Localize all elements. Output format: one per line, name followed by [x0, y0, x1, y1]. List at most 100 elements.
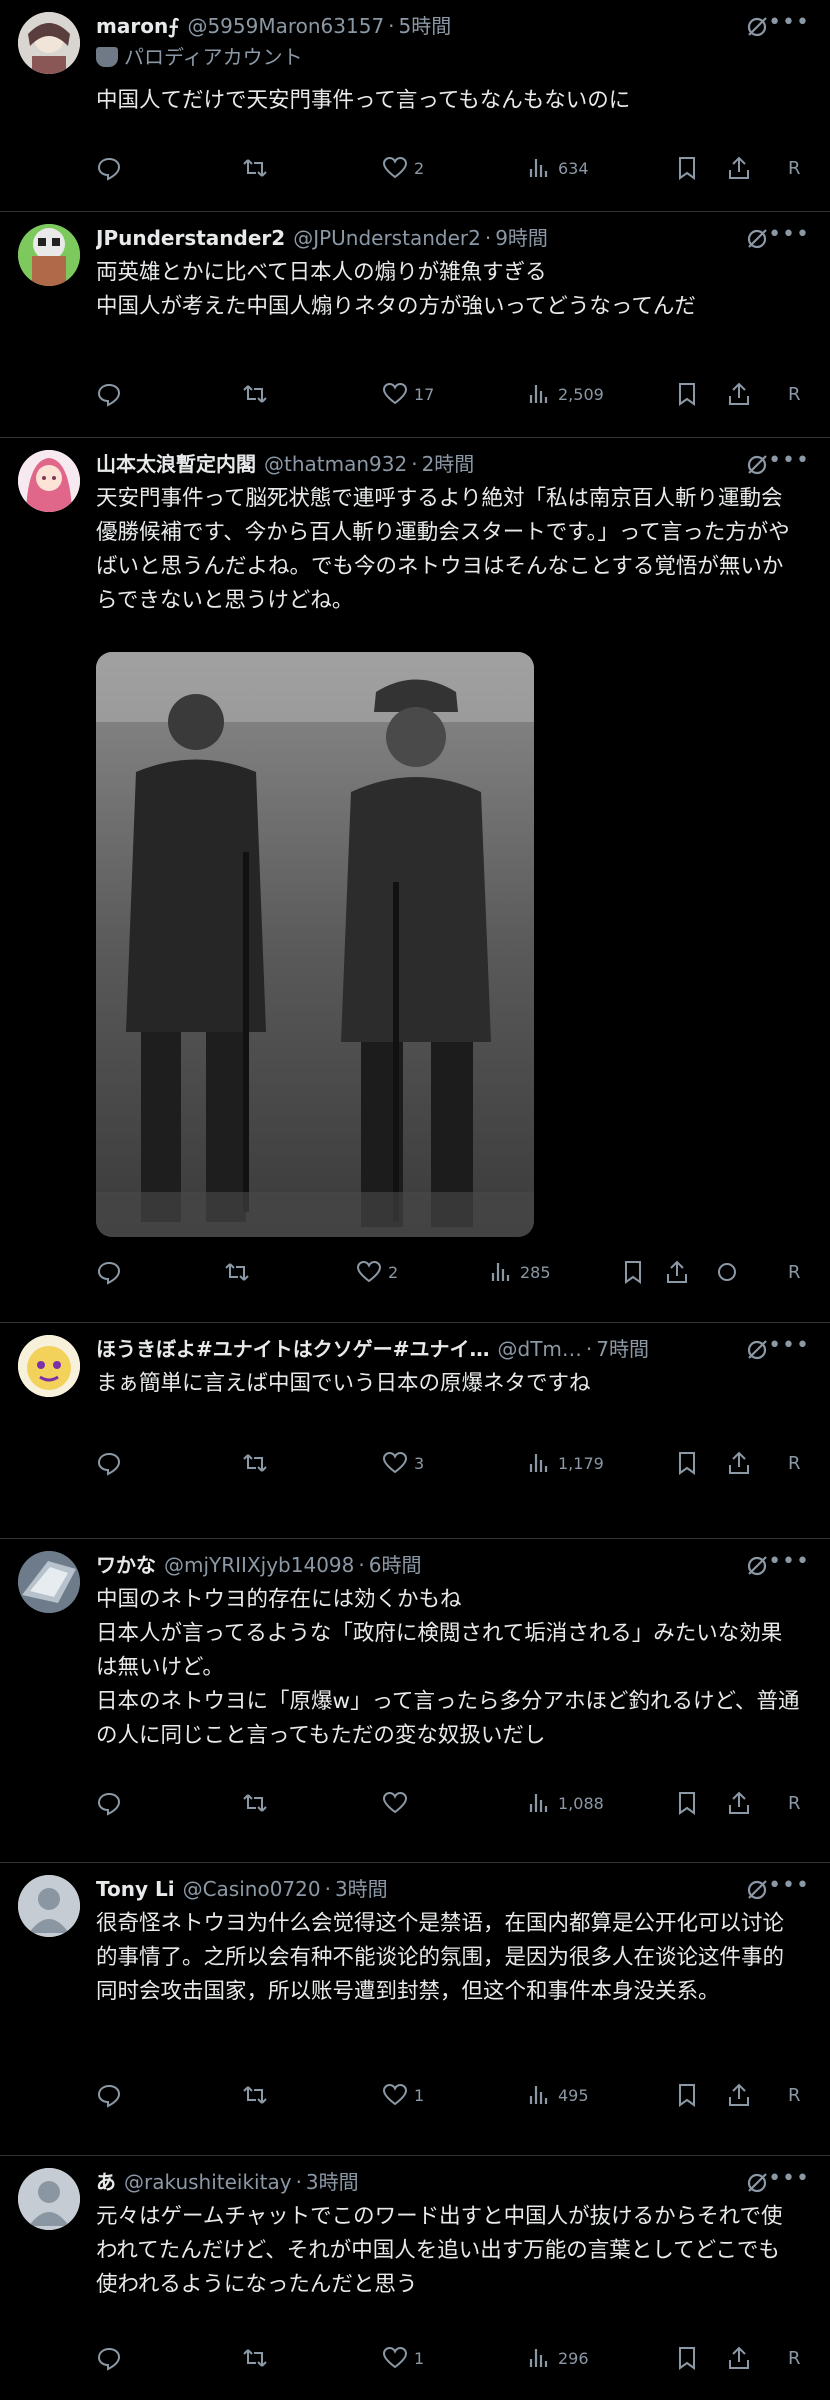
- circle-button[interactable]: [714, 1256, 740, 1288]
- extension-button[interactable]: R: [788, 1787, 801, 1819]
- views-button[interactable]: 634: [526, 152, 589, 184]
- reply-button[interactable]: [96, 378, 122, 410]
- timestamp[interactable]: 2時間: [422, 452, 475, 476]
- more-options-icon[interactable]: •••: [768, 1333, 810, 1358]
- avatar[interactable]: [18, 1875, 80, 1937]
- like-button[interactable]: 17: [382, 378, 434, 410]
- like-button[interactable]: 3: [382, 1447, 424, 1479]
- post-2[interactable]: 山本太浪暫定内閣 @thatman932 · 2時間 ••• 天安門事件って脳死状態で…: [0, 438, 830, 1323]
- views-button[interactable]: 1,088: [526, 1787, 604, 1819]
- share-button[interactable]: [664, 1256, 690, 1288]
- avatar[interactable]: [18, 450, 80, 512]
- timestamp[interactable]: 3時間: [335, 1877, 388, 1901]
- post-0[interactable]: maron⨍ @5959Maron63157 · 5時間 ••• パロディアカウント …: [0, 0, 830, 212]
- handle[interactable]: @Casino0720: [183, 1877, 321, 1901]
- display-name[interactable]: ワかな: [96, 1553, 156, 1577]
- reply-button[interactable]: [96, 2079, 122, 2111]
- bookmark-button[interactable]: [674, 1447, 700, 1479]
- display-name[interactable]: Tony Li: [96, 1877, 175, 1901]
- share-button[interactable]: [726, 152, 752, 184]
- reply-button[interactable]: [96, 152, 122, 184]
- display-name[interactable]: 山本太浪暫定内閣: [96, 452, 256, 476]
- share-button[interactable]: [726, 2342, 752, 2374]
- grok-icon[interactable]: [744, 226, 770, 252]
- reply-button[interactable]: [96, 1787, 122, 1819]
- timestamp[interactable]: 9時間: [495, 226, 548, 250]
- bookmark-button[interactable]: [620, 1256, 646, 1288]
- like-button[interactable]: 1: [382, 2079, 424, 2111]
- extension-button[interactable]: R: [788, 378, 801, 410]
- timestamp[interactable]: 5時間: [399, 14, 452, 38]
- repost-button[interactable]: [224, 1256, 250, 1288]
- repost-button[interactable]: [242, 152, 268, 184]
- post-photo[interactable]: [96, 652, 534, 1237]
- reply-button[interactable]: [96, 1256, 122, 1288]
- handle[interactable]: @dTm…: [498, 1337, 582, 1361]
- handle[interactable]: @mjYRIIXjyb14098: [164, 1553, 354, 1577]
- share-button[interactable]: [726, 2079, 752, 2111]
- post-1[interactable]: JPunderstander2 @JPUnderstander2 · 9時間 ••• …: [0, 212, 830, 438]
- post-3[interactable]: ほうきぼよ#ユナイトはクソゲー#ユナイ… @dTm… · 7時間 ••• まぁ簡単に言…: [0, 1323, 830, 1539]
- bookmark-button[interactable]: [674, 378, 700, 410]
- share-button[interactable]: [726, 378, 752, 410]
- display-name[interactable]: JPunderstander2: [96, 226, 285, 250]
- reply-button[interactable]: [96, 1447, 122, 1479]
- grok-icon[interactable]: [744, 14, 770, 40]
- display-name[interactable]: maron⨍: [96, 14, 179, 38]
- display-name[interactable]: あ: [96, 2170, 116, 2194]
- repost-button[interactable]: [242, 378, 268, 410]
- extension-button[interactable]: R: [788, 1256, 801, 1288]
- views-button[interactable]: 495: [526, 2079, 589, 2111]
- more-options-icon[interactable]: •••: [768, 222, 810, 247]
- extension-button[interactable]: R: [788, 152, 801, 184]
- extension-button[interactable]: R: [788, 1447, 801, 1479]
- handle[interactable]: @5959Maron63157: [187, 14, 384, 38]
- share-button[interactable]: [726, 1447, 752, 1479]
- more-options-icon[interactable]: •••: [768, 448, 810, 473]
- more-options-icon[interactable]: •••: [768, 10, 810, 35]
- more-options-icon[interactable]: •••: [768, 1873, 810, 1898]
- handle[interactable]: @rakushiteikitay: [124, 2170, 292, 2194]
- post-5[interactable]: Tony Li @Casino0720 · 3時間 ••• 很奇怪ネトウヨ为什么会觉得…: [0, 1863, 830, 2156]
- timestamp[interactable]: 7時間: [596, 1337, 649, 1361]
- views-button[interactable]: 2,509: [526, 378, 604, 410]
- grok-icon[interactable]: [744, 1877, 770, 1903]
- repost-button[interactable]: [242, 2079, 268, 2111]
- timestamp[interactable]: 3時間: [306, 2170, 359, 2194]
- handle[interactable]: @JPUnderstander2: [293, 226, 481, 250]
- grok-icon[interactable]: [744, 2170, 770, 2196]
- repost-button[interactable]: [242, 1787, 268, 1819]
- reply-button[interactable]: [96, 2342, 122, 2374]
- avatar[interactable]: [18, 2168, 80, 2230]
- bookmark-button[interactable]: [674, 2342, 700, 2374]
- avatar[interactable]: [18, 1335, 80, 1397]
- repost-button[interactable]: [242, 2342, 268, 2374]
- post-4[interactable]: ワかな @mjYRIIXjyb14098 · 6時間 ••• 中国のネトウヨ的存在には…: [0, 1539, 830, 1863]
- bookmark-button[interactable]: [674, 1787, 700, 1819]
- more-options-icon[interactable]: •••: [768, 2166, 810, 2191]
- like-button[interactable]: 1: [382, 2342, 424, 2374]
- post-6[interactable]: あ @rakushiteikitay · 3時間 ••• 元々はゲームチャットでこのワ…: [0, 2156, 830, 2400]
- repost-button[interactable]: [242, 1447, 268, 1479]
- like-button[interactable]: 2: [356, 1256, 398, 1288]
- grok-icon[interactable]: [744, 1553, 770, 1579]
- timestamp[interactable]: 6時間: [369, 1553, 422, 1577]
- display-name[interactable]: ほうきぼよ#ユナイトはクソゲー#ユナイ…: [96, 1337, 490, 1361]
- views-button[interactable]: 285: [488, 1256, 551, 1288]
- bookmark-button[interactable]: [674, 2079, 700, 2111]
- more-options-icon[interactable]: •••: [768, 1549, 810, 1574]
- extension-button[interactable]: R: [788, 2079, 801, 2111]
- handle[interactable]: @thatman932: [264, 452, 407, 476]
- grok-icon[interactable]: [744, 1337, 770, 1363]
- avatar[interactable]: [18, 12, 80, 74]
- avatar[interactable]: [18, 1551, 80, 1613]
- like-button[interactable]: [382, 1787, 414, 1819]
- like-button[interactable]: 2: [382, 152, 424, 184]
- extension-button[interactable]: R: [788, 2342, 801, 2374]
- grok-icon[interactable]: [744, 452, 770, 478]
- avatar[interactable]: [18, 224, 80, 286]
- views-button[interactable]: 1,179: [526, 1447, 604, 1479]
- views-button[interactable]: 296: [526, 2342, 589, 2374]
- bookmark-button[interactable]: [674, 152, 700, 184]
- share-button[interactable]: [726, 1787, 752, 1819]
